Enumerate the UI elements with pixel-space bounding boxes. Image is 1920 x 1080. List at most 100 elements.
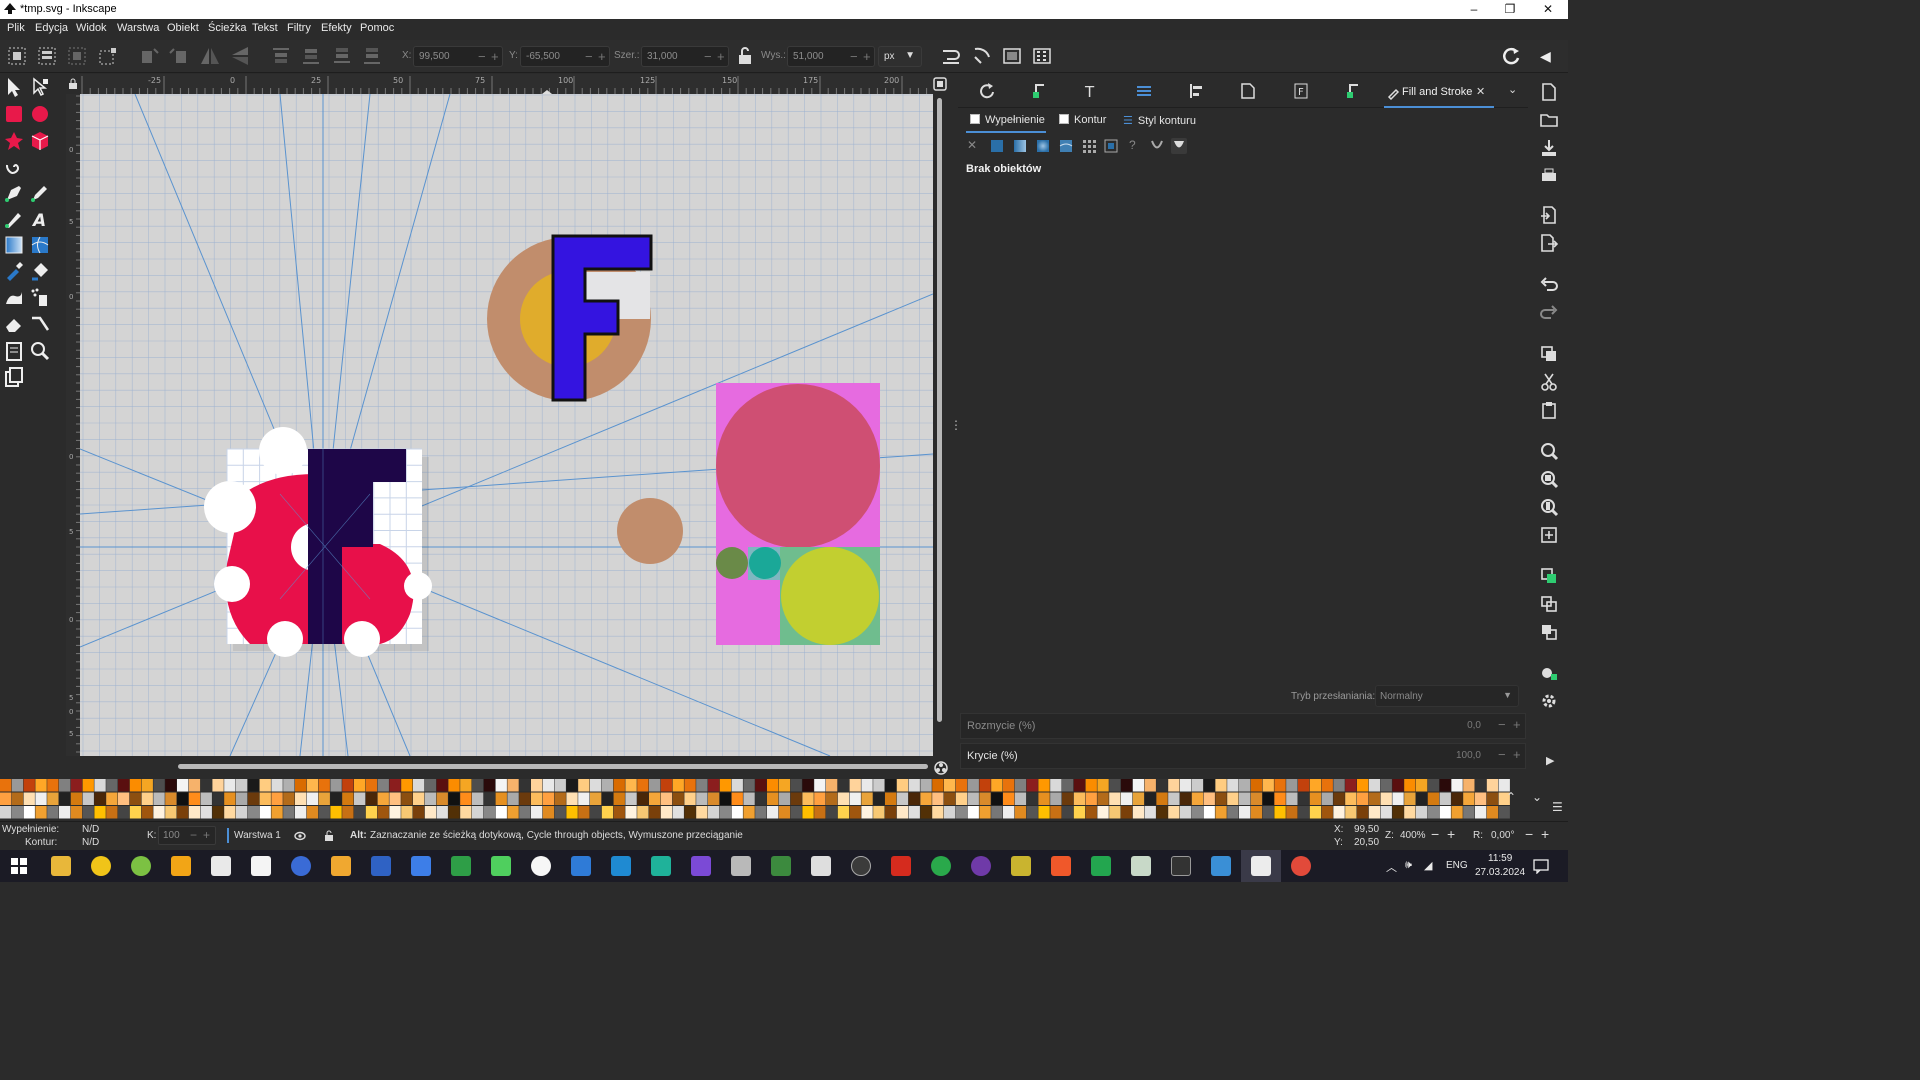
palette-swatch[interactable] <box>826 792 838 806</box>
palette-swatch[interactable] <box>755 779 767 792</box>
drawing-canvas[interactable] <box>80 94 933 756</box>
file-explorer-icon[interactable] <box>51 856 71 876</box>
palette-swatch[interactable] <box>1486 779 1499 792</box>
palette-swatch[interactable] <box>389 779 401 792</box>
palette-swatch[interactable] <box>554 779 566 792</box>
palette-swatch[interactable] <box>436 792 448 806</box>
palette-swatch[interactable] <box>106 792 118 806</box>
palette-swatch[interactable] <box>1038 792 1050 806</box>
palette-swatch[interactable] <box>542 792 555 806</box>
palette-swatch[interactable] <box>318 806 330 819</box>
palette-swatch[interactable] <box>566 792 578 806</box>
palette-swatch[interactable] <box>259 806 271 819</box>
lower-to-bottom-icon[interactable] <box>361 45 383 67</box>
app-eclipse-icon[interactable] <box>291 856 311 876</box>
volume-icon[interactable]: 🕪 <box>1405 859 1412 872</box>
palette-swatch[interactable] <box>1416 806 1428 819</box>
palette-swatch[interactable] <box>483 792 496 806</box>
palette-swatch[interactable] <box>212 806 224 819</box>
palette-swatch[interactable] <box>1026 806 1038 819</box>
palette-swatch[interactable] <box>1404 792 1416 806</box>
palette-swatch[interactable] <box>365 779 378 792</box>
menu-efekty[interactable]: Efekty <box>321 22 352 34</box>
palette-swatch[interactable] <box>1156 792 1168 806</box>
palette-swatch[interactable] <box>295 779 307 792</box>
height-decrement[interactable]: − <box>850 49 858 64</box>
blur-decrement[interactable]: − <box>1498 717 1506 732</box>
palette-swatch[interactable] <box>436 806 448 819</box>
palette-swatch[interactable] <box>1180 792 1192 806</box>
palette-swatch[interactable] <box>295 806 307 819</box>
palette-swatch[interactable] <box>979 779 991 792</box>
palette-swatch[interactable] <box>1073 806 1086 819</box>
calligraphy-tool-icon[interactable] <box>3 208 25 230</box>
palette-swatch[interactable] <box>802 792 814 806</box>
palette-swatch[interactable] <box>731 792 743 806</box>
palette-swatch[interactable] <box>1144 806 1156 819</box>
menu-edycja[interactable]: Edycja <box>35 22 68 34</box>
circles-in-squares-composition[interactable] <box>716 383 880 645</box>
palette-swatch[interactable] <box>365 792 378 806</box>
palette-swatch[interactable] <box>47 806 59 819</box>
palette-swatch[interactable] <box>212 792 224 806</box>
palette-swatch[interactable] <box>1038 779 1050 792</box>
transform-tab-icon[interactable] <box>978 82 996 100</box>
palette-swatch[interactable] <box>684 792 696 806</box>
rotate-increment[interactable]: + <box>1541 826 1549 842</box>
app-calendar-icon[interactable] <box>251 856 271 876</box>
unset-paint-icon[interactable]: ? <box>1129 138 1145 154</box>
app-chart-icon[interactable] <box>1131 856 1151 876</box>
palette-menu-icon[interactable]: ☰ <box>1552 800 1563 814</box>
palette-swatch[interactable] <box>932 806 944 819</box>
chrome-icon[interactable] <box>1291 856 1311 876</box>
palette-swatch[interactable] <box>106 779 118 792</box>
letter-f-composition[interactable] <box>204 427 432 657</box>
palette-swatch[interactable] <box>259 792 271 806</box>
palette-swatch[interactable] <box>672 806 684 819</box>
palette-swatch[interactable] <box>1003 806 1015 819</box>
palette-swatch[interactable] <box>1191 792 1204 806</box>
palette-swatch[interactable] <box>1309 806 1322 819</box>
palette-swatch[interactable] <box>1380 792 1392 806</box>
palette-swatch[interactable] <box>1368 779 1381 792</box>
palette-swatch[interactable] <box>330 779 342 792</box>
zoom-drawing-icon[interactable] <box>1539 469 1559 489</box>
palette-swatch[interactable] <box>1357 779 1369 792</box>
palette-swatch[interactable] <box>94 792 106 806</box>
redo-icon[interactable] <box>1539 302 1559 322</box>
palette-swatch[interactable] <box>365 806 378 819</box>
palette-swatch[interactable] <box>1475 792 1487 806</box>
palette-swatch[interactable] <box>684 806 696 819</box>
fonts-tab-icon[interactable]: F <box>1292 82 1310 100</box>
menu-pomoc[interactable]: Pomoc <box>360 22 394 34</box>
palette-swatch[interactable] <box>1286 792 1298 806</box>
palette-swatch[interactable] <box>1132 792 1145 806</box>
palette-swatch[interactable] <box>1451 792 1463 806</box>
palette-swatch[interactable] <box>660 792 673 806</box>
palette-swatch[interactable] <box>613 806 625 819</box>
palette-swatch[interactable] <box>1451 779 1463 792</box>
x-field[interactable]: 99,500 − + <box>413 46 503 67</box>
opacity-decrement[interactable]: − <box>1498 747 1506 762</box>
palette-swatch[interactable] <box>696 779 708 792</box>
palette-swatch[interactable] <box>354 779 366 792</box>
palette-swatch[interactable] <box>0 792 12 806</box>
palette-swatch[interactable] <box>1321 806 1333 819</box>
connector-tool-icon[interactable] <box>29 313 51 335</box>
palette-swatch[interactable] <box>708 792 720 806</box>
app-tree-icon[interactable] <box>771 856 791 876</box>
palette-swatch[interactable] <box>224 792 236 806</box>
select-all-layers-icon[interactable] <box>36 45 58 67</box>
palette-swatch[interactable] <box>448 806 460 819</box>
palette-swatch[interactable] <box>554 806 566 819</box>
palette-swatch[interactable] <box>1298 806 1310 819</box>
palette-swatch[interactable] <box>1427 806 1440 819</box>
palette-swatch[interactable] <box>507 792 519 806</box>
palette-swatch[interactable] <box>1121 806 1133 819</box>
height-increment[interactable]: + <box>863 49 871 64</box>
palette-swatch[interactable] <box>1050 779 1062 792</box>
new-document-icon[interactable] <box>1539 82 1559 102</box>
snap-popover-arrow-icon[interactable]: ◀ <box>1540 48 1551 65</box>
palette-swatch[interactable] <box>637 806 649 819</box>
palette-swatch[interactable] <box>660 779 673 792</box>
